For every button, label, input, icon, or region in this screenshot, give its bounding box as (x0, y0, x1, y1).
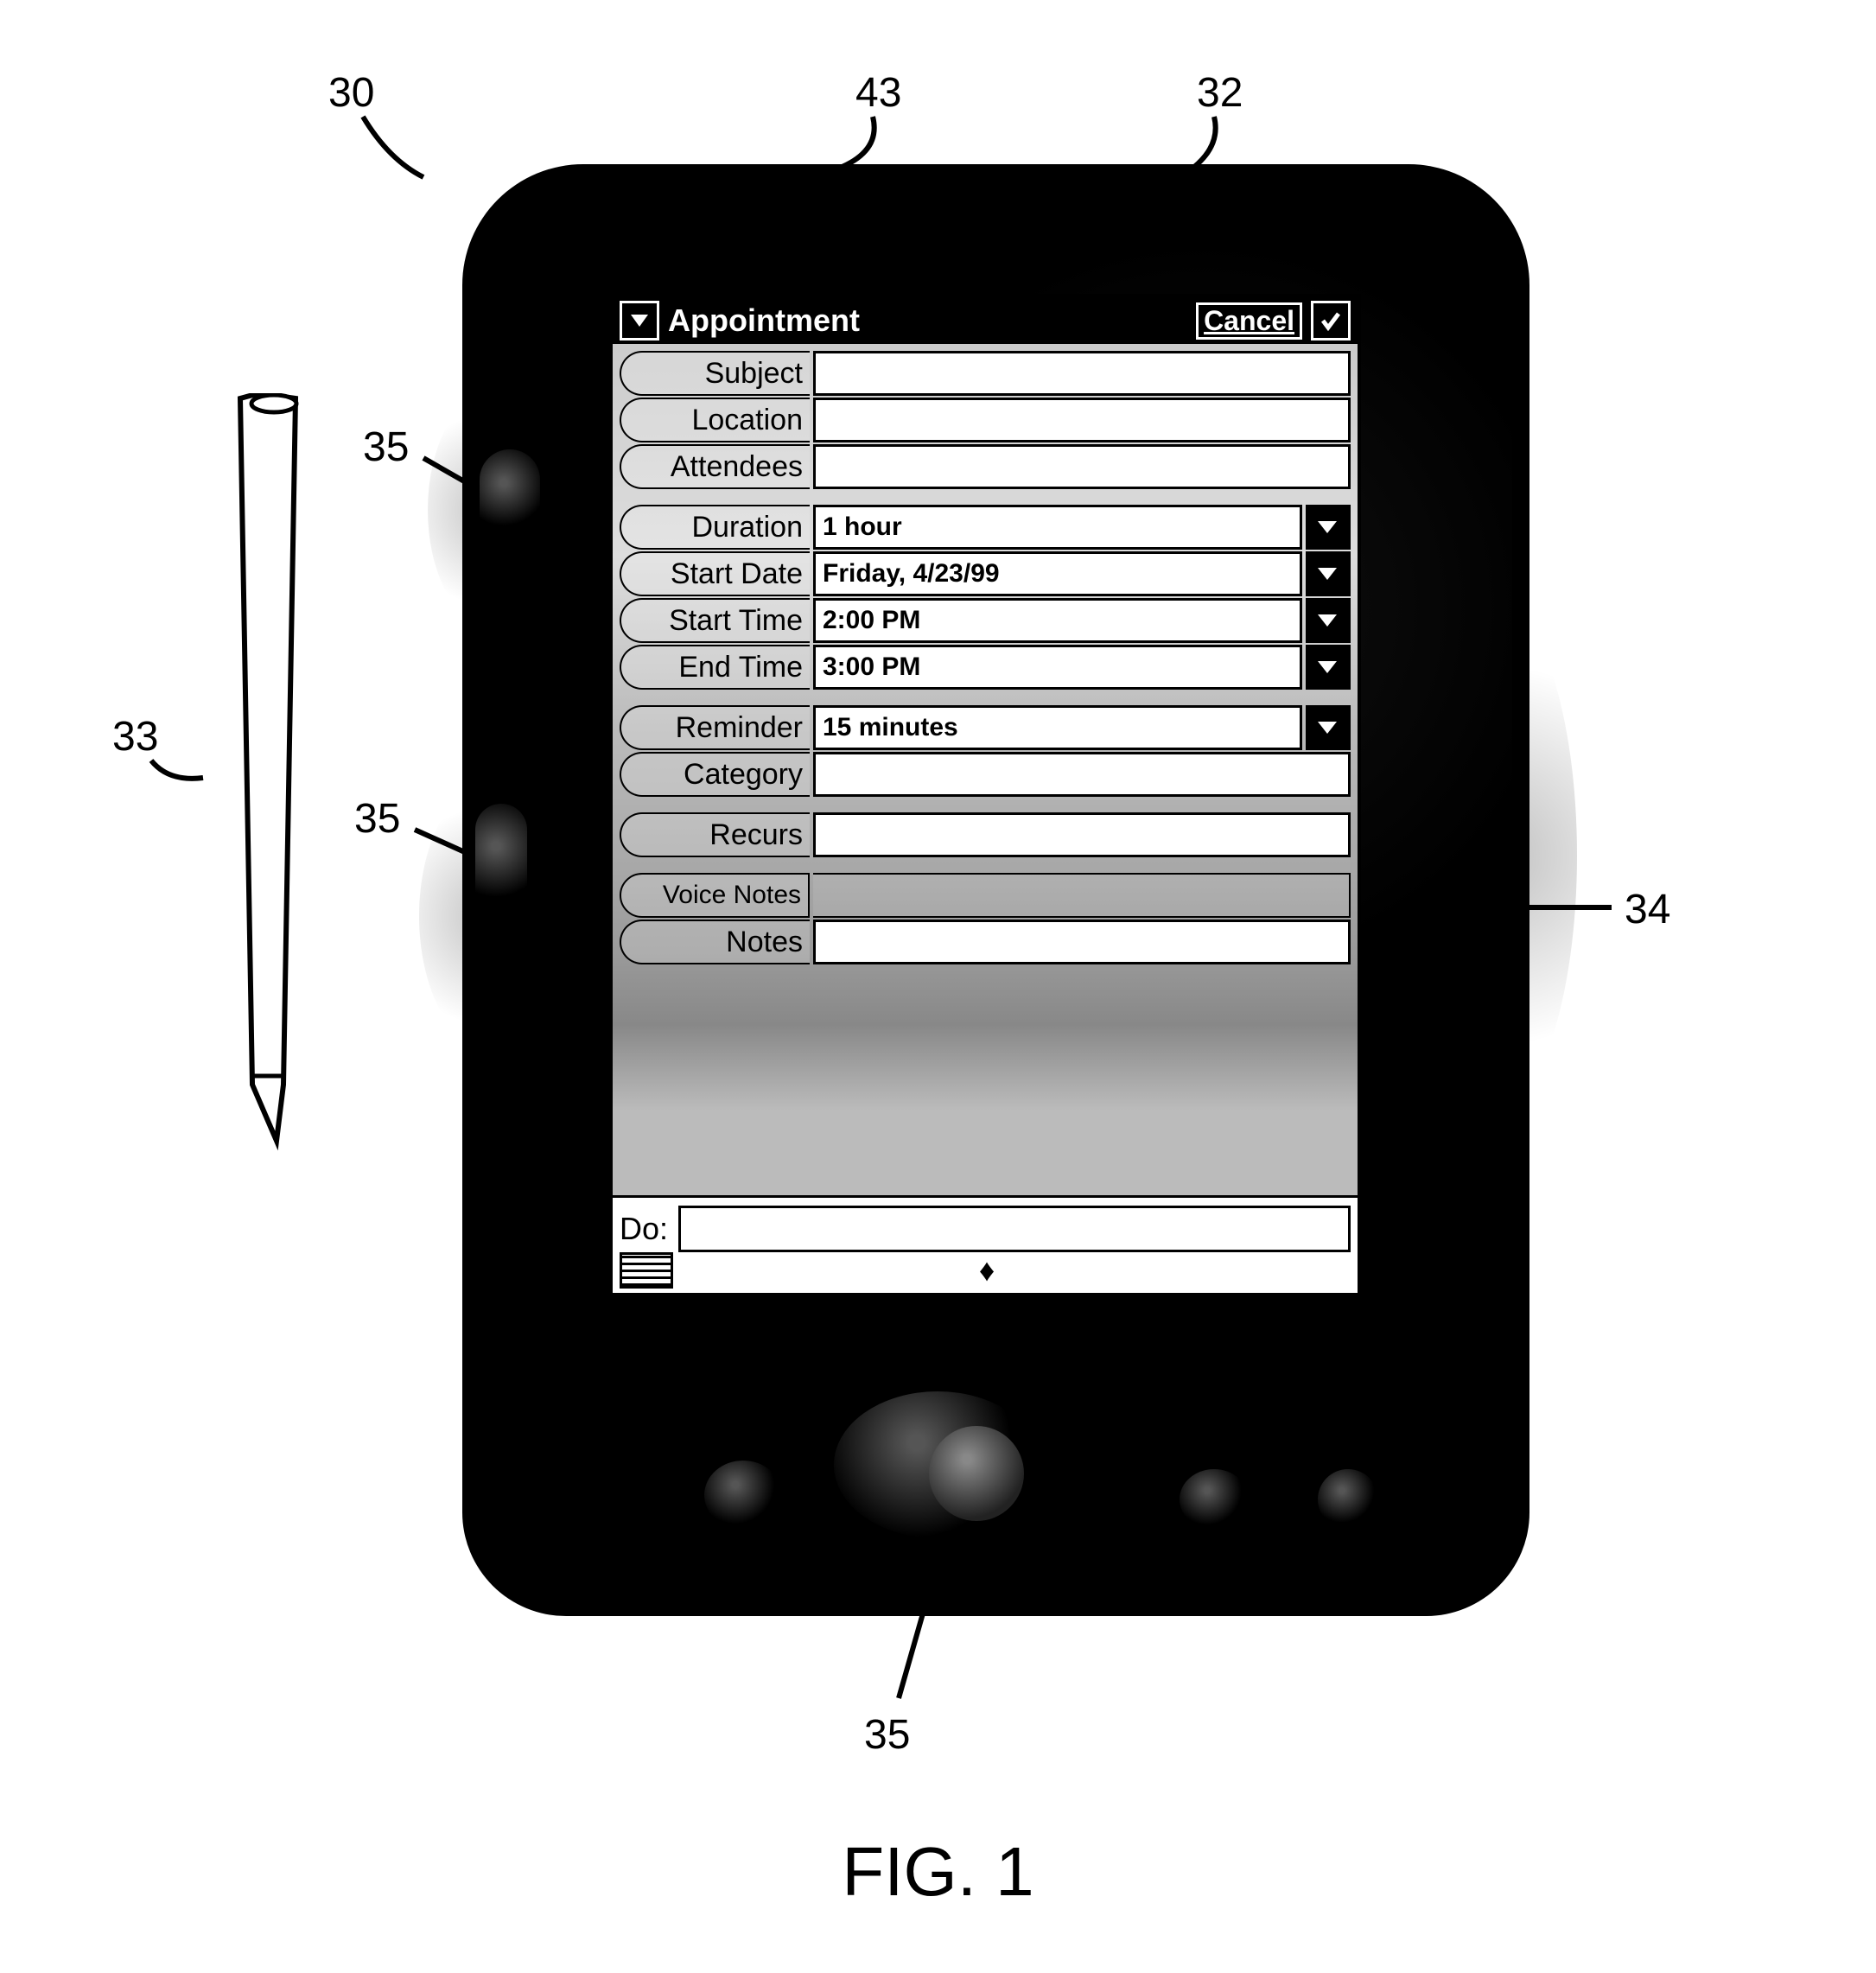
input-recurs[interactable] (813, 812, 1351, 857)
select-duration[interactable]: 1 hour (813, 505, 1302, 550)
label-voicenotes: Voice Notes (620, 873, 810, 918)
row-location: Location (620, 398, 1351, 442)
callout-32: 32 (1197, 69, 1243, 117)
callout-43: 43 (855, 69, 901, 117)
keyboard-icon[interactable] (620, 1252, 673, 1289)
dropdown-duration-icon[interactable] (1306, 505, 1351, 550)
menu-icon[interactable] (620, 301, 659, 341)
title-bar: Appointment Cancel (613, 297, 1358, 344)
input-subject[interactable] (813, 351, 1351, 396)
input-location[interactable] (813, 398, 1351, 442)
select-starttime[interactable]: 2:00 PM (813, 598, 1302, 643)
callout-33: 33 (112, 713, 158, 761)
input-do[interactable] (678, 1206, 1351, 1252)
label-attendees: Attendees (620, 444, 810, 489)
label-startdate: Start Date (620, 551, 810, 596)
label-recurs: Recurs (620, 812, 810, 857)
row-endtime: End Time 3:00 PM (620, 645, 1351, 690)
label-category: Category (620, 752, 810, 797)
dpad-center-button[interactable] (929, 1426, 1024, 1521)
touch-screen[interactable]: Appointment Cancel Subject Location Atte… (609, 294, 1361, 1296)
dropdown-starttime-icon[interactable] (1306, 598, 1351, 643)
row-do: Do: (620, 1206, 1351, 1251)
label-subject: Subject (620, 351, 810, 396)
scroll-updown-icon[interactable]: ♦ (979, 1252, 991, 1289)
dropdown-endtime-icon[interactable] (1306, 645, 1351, 690)
row-subject: Subject (620, 351, 1351, 396)
input-category[interactable] (813, 752, 1351, 797)
ok-button[interactable] (1311, 301, 1351, 341)
stylus (199, 393, 337, 1171)
callout-30: 30 (328, 69, 374, 117)
row-duration: Duration 1 hour (620, 505, 1351, 550)
row-starttime: Start Time 2:00 PM (620, 598, 1351, 643)
callout-35a: 35 (363, 423, 409, 471)
appointment-form: Subject Location Attendees Duration 1 ho… (613, 344, 1358, 1195)
row-voicenotes: Voice Notes (620, 873, 1351, 918)
field-voicenotes[interactable] (813, 873, 1351, 918)
row-recurs: Recurs (620, 812, 1351, 857)
input-attendees[interactable] (813, 444, 1351, 489)
pda-device: Appointment Cancel Subject Location Atte… (462, 164, 1529, 1616)
row-reminder: Reminder 15 minutes (620, 705, 1351, 750)
select-startdate[interactable]: Friday, 4/23/99 (813, 551, 1302, 596)
command-bar: Do: ♦ (613, 1195, 1358, 1293)
label-starttime: Start Time (620, 598, 810, 643)
hw-button-right[interactable] (1318, 1469, 1378, 1530)
label-notes: Notes (620, 920, 810, 964)
hw-button-mid[interactable] (1180, 1469, 1249, 1530)
label-reminder: Reminder (620, 705, 810, 750)
window-title: Appointment (668, 302, 860, 339)
callout-34: 34 (1625, 886, 1670, 933)
row-attendees: Attendees (620, 444, 1351, 489)
label-do: Do: (620, 1211, 668, 1247)
callout-35b: 35 (354, 795, 400, 843)
dropdown-reminder-icon[interactable] (1306, 705, 1351, 750)
select-endtime[interactable]: 3:00 PM (813, 645, 1302, 690)
callout-35c: 35 (864, 1711, 910, 1759)
input-notes[interactable] (813, 920, 1351, 964)
select-reminder[interactable]: 15 minutes (813, 705, 1302, 750)
side-button-lower[interactable] (475, 804, 527, 925)
row-category: Category (620, 752, 1351, 797)
row-notes: Notes (620, 920, 1351, 964)
figure-caption: FIG. 1 (842, 1832, 1033, 1912)
label-duration: Duration (620, 505, 810, 550)
dropdown-startdate-icon[interactable] (1306, 551, 1351, 596)
cancel-button[interactable]: Cancel (1196, 302, 1302, 340)
row-startdate: Start Date Friday, 4/23/99 (620, 551, 1351, 596)
hw-button-left[interactable] (704, 1461, 782, 1530)
label-endtime: End Time (620, 645, 810, 690)
side-button-upper[interactable] (480, 449, 540, 544)
label-location: Location (620, 398, 810, 442)
